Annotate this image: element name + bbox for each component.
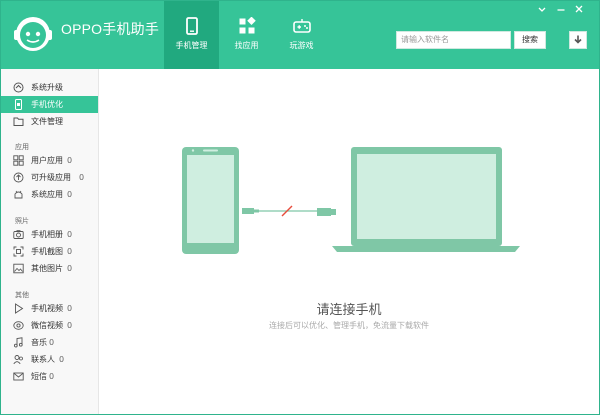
upgrade-icon [13,82,24,93]
sidebar-item-label: 手机视频 [31,304,63,313]
search-button[interactable]: 搜索 [514,31,546,49]
connect-phone-subtitle: 连接后可以优化、管理手机，免流量下载软件 [269,321,429,330]
sidebar-item-file-management[interactable]: 文件管理 [1,113,98,130]
main-content: 请连接手机 连接后可以优化、管理手机，免流量下载软件 [99,69,599,414]
mail-icon [13,372,24,381]
section-title-apps: 应用 [15,143,29,151]
sidebar-item-wechat-videos[interactable]: 微信视频 0 [1,317,98,334]
sidebar-item-sms[interactable]: 短信 0 [1,368,98,385]
sidebar-item-count: 0 [67,321,73,330]
sidebar-item-label: 系统应用 [31,190,63,199]
wechat-video-icon [13,321,24,330]
laptop-illustration-icon [332,147,520,252]
sidebar-item-count: 0 [59,355,65,364]
sidebar: 系统升级 手机优化 文件管理 应用 用户应用 0 可升级应用 0 系统应用 0 … [1,69,99,414]
tab-play-games[interactable]: 玩游戏 [274,1,329,69]
tab-label: 找应用 [234,41,259,50]
minimize-icon[interactable] [556,4,566,14]
sidebar-item-label: 手机截图 [31,247,63,256]
image-icon [13,263,24,274]
sidebar-item-count: 0 [67,247,73,256]
tab-phone-management[interactable]: 手机管理 [164,1,219,69]
play-icon [15,303,24,314]
phone-illustration-icon [182,147,239,254]
up-circle-icon [13,172,24,183]
gamepad-icon [292,19,311,33]
sidebar-item-label: 其他图片 [31,264,63,273]
connect-illustration [182,147,520,254]
music-icon [13,337,23,348]
sidebar-item-label: 音乐 [31,338,47,347]
sidebar-item-label: 可升级应用 [31,173,71,182]
sidebar-item-contacts[interactable]: 联系人 0 [1,351,98,368]
download-arrow-icon [574,35,582,44]
search-input[interactable]: 请输入软件名 [396,31,511,49]
sidebar-item-label: 用户应用 [31,156,63,165]
sidebar-item-system-upgrade[interactable]: 系统升级 [1,79,98,96]
camera-icon [13,230,24,239]
apps-icon [239,17,256,34]
sidebar-item-label: 文件管理 [31,117,63,126]
app-title: OPPO手机助手 [61,21,160,37]
sidebar-item-count: 0 [79,173,85,182]
phone-optimize-icon [15,99,22,110]
sidebar-item-label: 微信视频 [31,321,63,330]
title-bar: OPPO手机助手 手机管理 找应用 玩游戏 请输入软件名 搜索 [1,1,599,69]
sidebar-item-label: 短信 [31,372,47,381]
sidebar-item-phone-videos[interactable]: 手机视频 0 [1,300,98,317]
app-window: OPPO手机助手 手机管理 找应用 玩游戏 请输入软件名 搜索 系统升级 手机优… [0,0,600,415]
sidebar-item-count: 0 [67,156,73,165]
contacts-icon [13,355,23,365]
section-title-photos: 照片 [15,217,29,225]
folder-icon [13,117,24,126]
sidebar-item-phone-album[interactable]: 手机相册 0 [1,226,98,243]
sidebar-item-music[interactable]: 音乐 0 [1,334,98,351]
app-logo-icon [14,17,52,51]
grid-icon [13,155,24,166]
sidebar-item-count: 0 [67,264,73,273]
sidebar-item-count: 0 [67,304,73,313]
android-icon [14,190,23,199]
tab-find-apps[interactable]: 找应用 [219,1,274,69]
tab-label: 玩游戏 [289,41,314,50]
close-icon[interactable] [574,4,584,14]
sidebar-item-phone-optimize[interactable]: 手机优化 [1,96,98,113]
sidebar-item-count: 0 [67,190,73,199]
sidebar-item-label: 手机优化 [31,100,63,109]
sidebar-item-label: 系统升级 [31,83,63,92]
menu-icon[interactable] [537,4,547,14]
sidebar-item-label: 联系人 [31,355,55,364]
phone-icon [185,17,198,35]
sidebar-item-count: 0 [49,338,55,347]
screenshot-icon [13,246,24,257]
sidebar-item-label: 手机相册 [31,230,63,239]
sidebar-item-other-images[interactable]: 其他图片 0 [1,260,98,277]
sidebar-item-phone-screenshots[interactable]: 手机截图 0 [1,243,98,260]
tab-label: 手机管理 [175,41,208,50]
download-button[interactable] [569,31,587,49]
sidebar-item-system-apps[interactable]: 系统应用 0 [1,186,98,203]
connect-phone-title: 请连接手机 [316,303,382,318]
sidebar-item-count: 0 [49,372,55,381]
section-title-other: 其他 [15,291,29,299]
sidebar-item-upgradable-apps[interactable]: 可升级应用 0 [1,169,98,186]
sidebar-item-user-apps[interactable]: 用户应用 0 [1,152,98,169]
sidebar-item-count: 0 [67,230,73,239]
